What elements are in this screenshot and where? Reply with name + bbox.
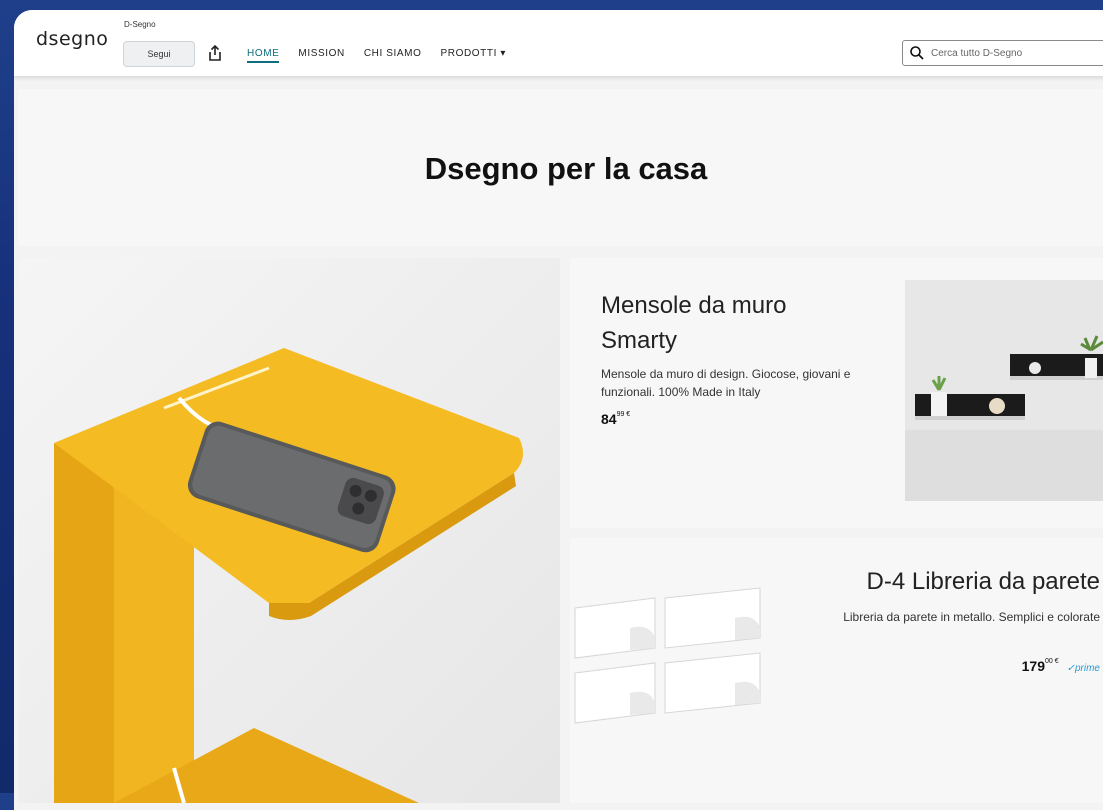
nav-home[interactable]: HOME — [247, 48, 280, 63]
nav-prodotti[interactable]: PRODOTTI ▾ — [440, 48, 505, 59]
share-icon[interactable] — [208, 45, 222, 61]
follow-button[interactable]: Segui — [123, 41, 195, 67]
price-cents: 99 € — [616, 411, 631, 418]
product-price: 8499 € — [601, 411, 630, 427]
product-description: Libreria da parete in metallo. Semplici … — [843, 610, 1100, 624]
product-card[interactable]: D-4 Libreria da parete Libreria da paret… — [570, 538, 1103, 803]
search-input[interactable] — [929, 46, 1103, 60]
product-title[interactable]: Mensole da muro Smarty — [601, 288, 861, 358]
price-whole: 179 — [1021, 658, 1045, 674]
prime-badge: ✓prime — [1066, 663, 1100, 674]
product-price: 17900 € ✓prime — [1022, 658, 1100, 674]
wall-bookcase-image[interactable] — [570, 578, 800, 758]
price-whole: 84 — [601, 411, 617, 427]
store-nav: HOME MISSION CHI SIAMO PRODOTTI ▾ — [247, 48, 506, 63]
nav-mission[interactable]: MISSION — [298, 48, 344, 59]
nav-chi-siamo[interactable]: CHI SIAMO — [364, 48, 422, 59]
hero-banner: Dsegno per la casa — [18, 89, 1103, 246]
price-cents: 00 € — [1044, 658, 1059, 665]
store-search — [902, 40, 1103, 66]
hero-title: Dsegno per la casa — [424, 150, 708, 186]
store-header: dsegno D-Segno Segui HOME MISSION CHI SI… — [14, 10, 1103, 77]
product-title[interactable]: D-4 Libreria da parete — [867, 568, 1100, 596]
browser-window: dsegno D-Segno Segui HOME MISSION CHI SI… — [14, 10, 1103, 810]
wall-shelves-image[interactable] — [905, 280, 1103, 501]
featured-product-tile[interactable] — [19, 258, 560, 803]
product-description: Mensole da muro di design. Giocose, giov… — [601, 367, 851, 399]
search-icon — [910, 46, 924, 60]
product-card[interactable]: Mensole da muro Smarty Mensole da muro d… — [570, 258, 1103, 528]
yellow-side-table-image — [19, 258, 560, 803]
store-logo[interactable]: dsegno — [36, 28, 108, 50]
brand-name[interactable]: D-Segno — [124, 20, 156, 29]
